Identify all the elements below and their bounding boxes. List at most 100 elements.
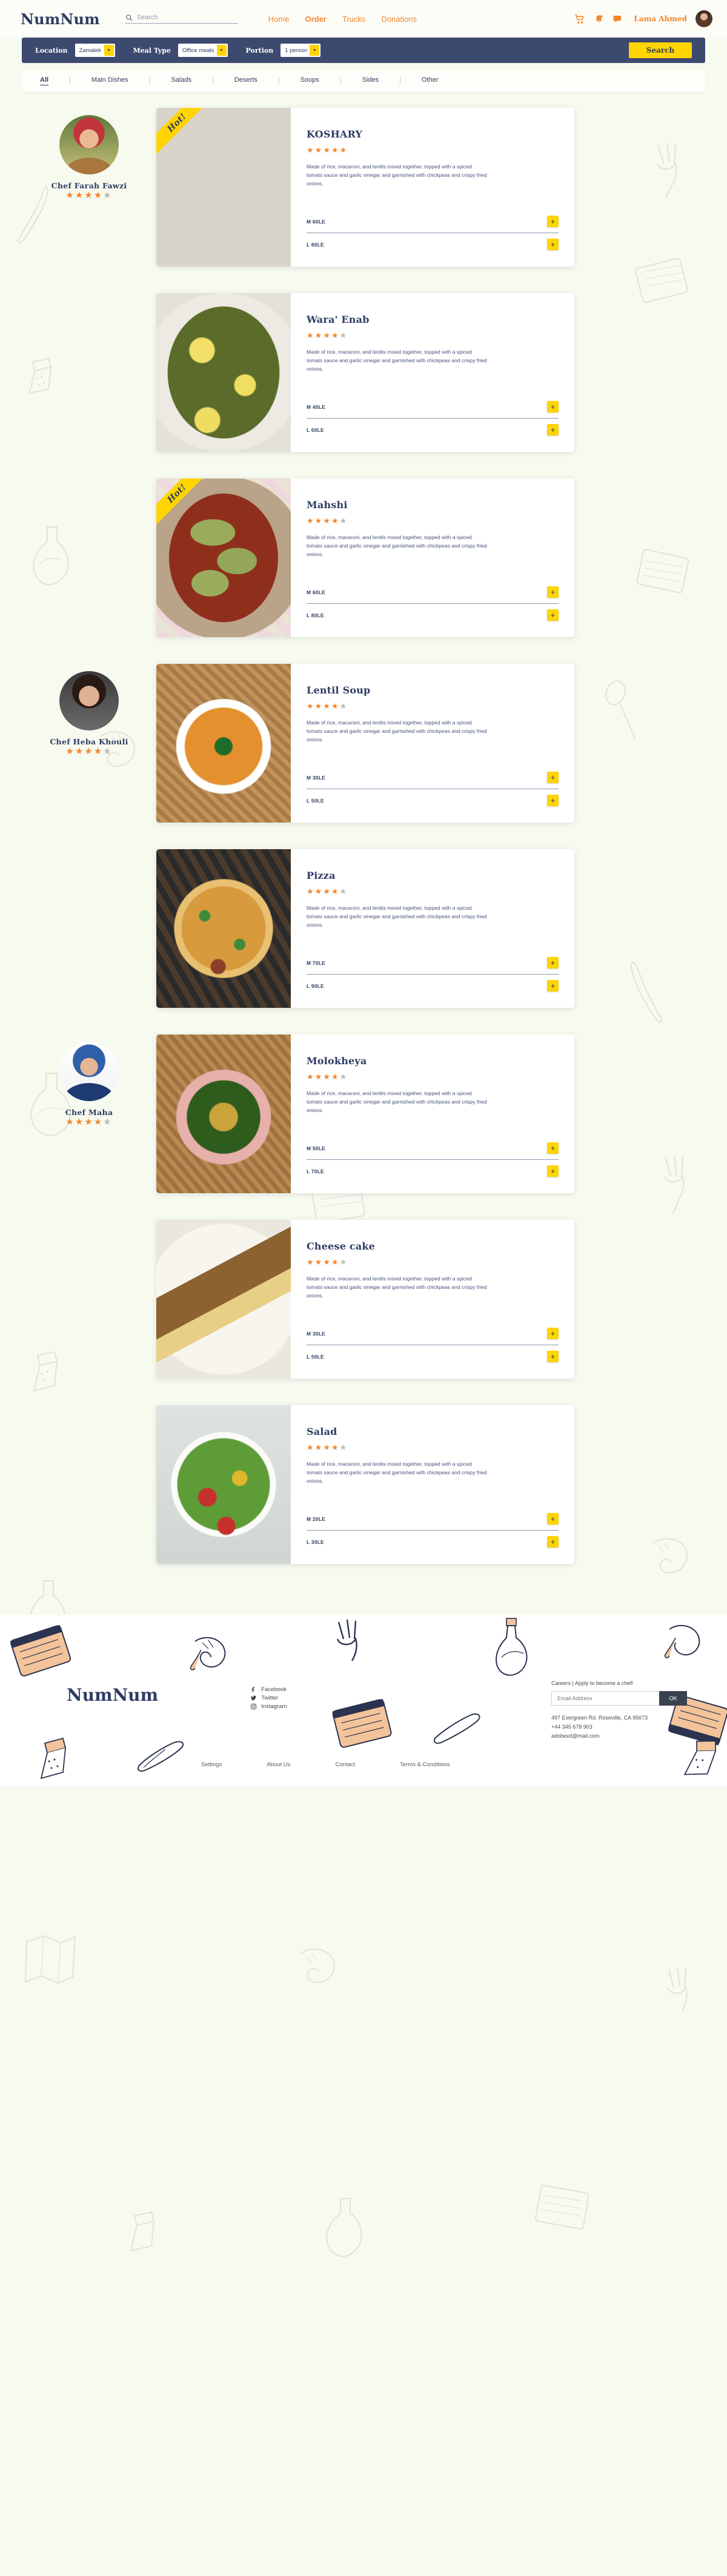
- search-button[interactable]: Search: [629, 42, 692, 58]
- tab-other[interactable]: Other: [422, 76, 439, 85]
- tab-separator: |: [69, 77, 71, 84]
- dish-card[interactable]: Salad ★★★★★ Made of rice, macaroni, and le…: [156, 1405, 574, 1564]
- salt-shaker-doodle: [130, 2211, 155, 2252]
- add-to-cart-button[interactable]: +: [547, 401, 559, 412]
- social-link-instagram[interactable]: Instagram: [250, 1703, 287, 1710]
- tab-sides[interactable]: Sides: [362, 76, 379, 85]
- nav-link-donations[interactable]: Donations: [381, 15, 417, 24]
- price-row: L 50LE +: [307, 1345, 559, 1368]
- search-input[interactable]: [136, 14, 238, 21]
- dish-name: Mahshi: [307, 499, 348, 511]
- price-row: M 60LE +: [307, 581, 559, 603]
- dish-description: Made of rice, macaroni, and lentils mixe…: [307, 349, 487, 372]
- dish-name: Molokheya: [307, 1055, 367, 1067]
- dish-card[interactable]: Cheese cake ★★★★★ Made of rice, macaroni, …: [156, 1220, 574, 1379]
- dish-row: Pizza ★★★★★ Made of rice, macaroni, and le…: [0, 849, 727, 1019]
- nav-link-order[interactable]: Order: [305, 15, 326, 24]
- instagram-icon: [251, 1703, 257, 1710]
- chef-avatar[interactable]: [59, 1042, 119, 1101]
- dish-card[interactable]: Wara' Enab ★★★★★ Made of rice, macaroni, a…: [156, 293, 574, 452]
- price-row: L 30LE +: [307, 1530, 559, 1553]
- dish-image: [156, 1220, 291, 1379]
- nav-link-home[interactable]: Home: [268, 15, 290, 24]
- add-to-cart-button[interactable]: +: [547, 795, 559, 806]
- search-box[interactable]: [125, 14, 238, 24]
- footer-link-about-us[interactable]: About Us: [267, 1761, 290, 1768]
- add-to-cart-button[interactable]: +: [547, 772, 559, 783]
- nav-link-trucks[interactable]: Trucks: [342, 15, 366, 24]
- dish-name: Cheese cake: [307, 1240, 376, 1252]
- star-icon: ★: [331, 887, 340, 896]
- add-to-cart-button[interactable]: +: [547, 424, 559, 435]
- add-to-cart-button[interactable]: +: [547, 239, 559, 250]
- footer-link-settings[interactable]: Settings: [201, 1761, 222, 1768]
- rating-stars: ★★★★★: [307, 701, 348, 711]
- star-icon: ★: [84, 1117, 94, 1127]
- price-label: L 70LE: [307, 1168, 324, 1174]
- location-value: Zamalek: [79, 47, 101, 54]
- price-row: M 70LE +: [307, 952, 559, 974]
- notification-bell-icon[interactable]: [594, 14, 604, 24]
- chevron-down-icon: ▼: [310, 45, 320, 56]
- star-icon: ★: [93, 746, 104, 757]
- rating-stars: ★★★★★: [307, 1071, 348, 1082]
- chef-avatar[interactable]: [59, 115, 119, 174]
- add-to-cart-button[interactable]: +: [547, 1536, 559, 1548]
- add-to-cart-button[interactable]: +: [547, 216, 559, 227]
- dish-card[interactable]: Molokheya ★★★★★ Made of rice, macaroni, an…: [156, 1035, 574, 1193]
- tab-separator: |: [211, 77, 214, 84]
- footer-link-contact[interactable]: Contact: [335, 1761, 355, 1768]
- tab-salads[interactable]: Salads: [171, 76, 191, 85]
- dish-image: Hot!: [156, 108, 291, 267]
- add-to-cart-button[interactable]: +: [547, 586, 559, 598]
- star-icon: ★: [339, 516, 348, 525]
- avatar[interactable]: [695, 10, 712, 27]
- brand-logo[interactable]: NumNum: [21, 10, 100, 28]
- category-tabs: All | Main Dishes | Salads | Deserts | S…: [22, 69, 705, 92]
- star-icon: ★: [65, 190, 75, 200]
- social-link-twitter[interactable]: Twitter: [250, 1695, 287, 1701]
- dish-card[interactable]: Lentil Soup ★★★★★ Made of rice, macaroni, …: [156, 664, 574, 823]
- star-icon: ★: [84, 190, 94, 200]
- dish-card[interactable]: Pizza ★★★★★ Made of rice, macaroni, and le…: [156, 849, 574, 1008]
- add-to-cart-button[interactable]: +: [547, 609, 559, 621]
- price-label: L 60LE: [307, 426, 324, 433]
- shopping-cart-icon[interactable]: [574, 13, 585, 24]
- star-icon: ★: [75, 190, 85, 200]
- star-icon: ★: [307, 1257, 315, 1266]
- add-to-cart-button[interactable]: +: [547, 957, 559, 968]
- twitter-icon: [251, 1695, 257, 1701]
- tab-deserts[interactable]: Deserts: [234, 76, 257, 85]
- ok-button[interactable]: OK: [659, 1691, 687, 1706]
- star-icon: ★: [323, 331, 331, 340]
- tab-main-dishes[interactable]: Main Dishes: [91, 76, 128, 85]
- dish-description: Made of rice, macaroni, and lentils mixe…: [307, 720, 487, 743]
- footer-link-terms[interactable]: Terms & Conditions: [400, 1761, 450, 1768]
- user-name-label[interactable]: Lama Ahmed: [634, 15, 687, 23]
- dish-image: Hot!: [156, 478, 291, 637]
- tab-soups[interactable]: Soups: [300, 76, 319, 85]
- chef-avatar[interactable]: [59, 671, 119, 730]
- rating-stars: ★★★★★: [307, 886, 348, 896]
- add-to-cart-button[interactable]: +: [547, 1513, 559, 1525]
- portion-select[interactable]: 1 person ▼: [281, 44, 321, 57]
- mealtype-select[interactable]: Office meals ▼: [178, 44, 228, 57]
- dish-details: Mahshi ★★★★★ Made of rice, macaroni, and l…: [291, 478, 574, 637]
- chat-bubble-icon[interactable]: [612, 14, 623, 24]
- email-field[interactable]: [551, 1691, 659, 1706]
- add-to-cart-button[interactable]: +: [547, 1351, 559, 1362]
- facebook-icon: [251, 1687, 255, 1692]
- price-row: L 80LE +: [307, 233, 559, 256]
- footer-links: Settings About Us Contact Terms & Condit…: [24, 1761, 703, 1768]
- tab-all[interactable]: All: [40, 76, 49, 85]
- add-to-cart-button[interactable]: +: [547, 1165, 559, 1177]
- location-select[interactable]: Zamalek ▼: [75, 44, 115, 57]
- dish-card[interactable]: Hot! KOSHARY ★★★★★ Made of rice, macaroni, …: [156, 108, 574, 267]
- add-to-cart-button[interactable]: +: [547, 1142, 559, 1154]
- price-options: M 50LE + L 70LE +: [307, 1137, 559, 1182]
- add-to-cart-button[interactable]: +: [547, 1328, 559, 1339]
- dish-card[interactable]: Hot! Mahshi ★★★★★ Made of rice, macaroni, a…: [156, 478, 574, 637]
- social-link-facebook[interactable]: Facebook: [250, 1686, 287, 1693]
- dish-name: Pizza: [307, 870, 336, 881]
- add-to-cart-button[interactable]: +: [547, 980, 559, 992]
